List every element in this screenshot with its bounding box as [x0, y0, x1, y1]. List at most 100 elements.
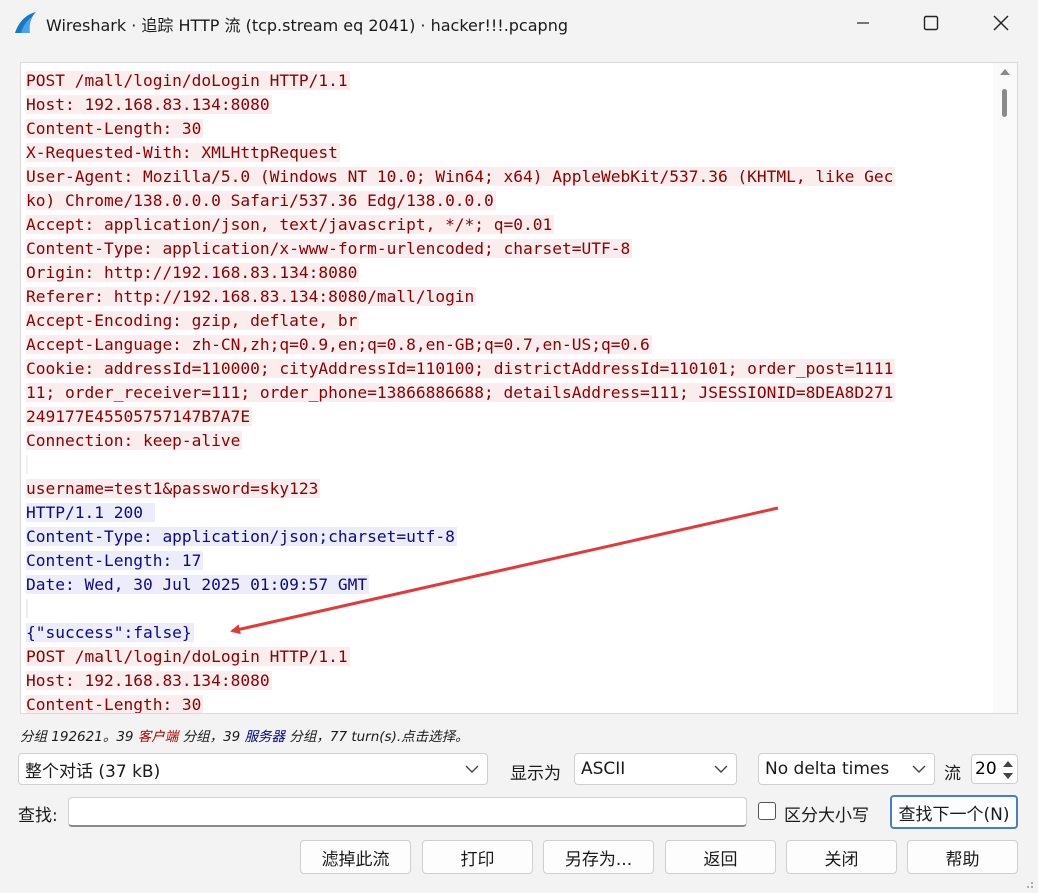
stream-line-text	[26, 599, 28, 618]
client-stream-line[interactable]: POST /mall/login/doLogin HTTP/1.1	[26, 69, 991, 93]
client-stream-line[interactable]: User-Agent: Mozilla/5.0 (Windows NT 10.0…	[26, 165, 991, 189]
server-stream-line[interactable]: Content-Type: application/json;charset=u…	[26, 525, 991, 549]
back-button[interactable]: 返回	[665, 840, 776, 874]
title-bar: Wireshark · 追踪 HTTP 流 (tcp.stream eq 204…	[0, 0, 1038, 46]
client-stream-line[interactable]: 11; order_receiver=111; order_phone=1386…	[26, 381, 991, 405]
client-packets-link[interactable]: 客户端	[138, 729, 179, 745]
show-as-select-value: ASCII	[581, 759, 626, 779]
case-sensitive-label: 区分大小写	[784, 806, 869, 826]
server-packets-link[interactable]: 服务器	[245, 729, 286, 745]
stream-index-spinbox[interactable]: 20	[971, 754, 1018, 784]
client-stream-line[interactable]: username=test1&password=sky123	[26, 477, 991, 501]
client-stream-line[interactable]: Host: 192.168.83.134:8080	[26, 93, 991, 117]
client-stream-line[interactable]: Content-Length: 30	[26, 117, 991, 141]
delta-times-select-value: No delta times	[765, 759, 890, 779]
close-icon	[993, 15, 1009, 31]
chevron-down-icon	[465, 765, 479, 773]
wireshark-fin-icon	[15, 12, 36, 33]
stream-line-text: User-Agent: Mozilla/5.0 (Windows NT 10.0…	[26, 167, 896, 186]
stream-line-text: Accept-Language: zh-CN,zh;q=0.9,en;q=0.8…	[26, 335, 652, 354]
find-input[interactable]	[68, 797, 747, 827]
stream-text[interactable]: POST /mall/login/doLogin HTTP/1.1 Host: 1…	[26, 69, 991, 714]
stream-line-text: 249177E45505757147B7A7E	[26, 407, 253, 426]
stream-line-text: Date: Wed, 30 Jul 2025 01:09:57 GMT	[26, 575, 370, 594]
stream-line-text: Cookie: addressId=110000; cityAddressId=…	[26, 359, 896, 378]
client-stream-line[interactable]: Connection: keep-alive	[26, 429, 991, 453]
conversation-select-value: 整个对话 (37 kB)	[25, 761, 161, 782]
save-as-button[interactable]: 另存为...	[543, 840, 654, 874]
client-stream-line[interactable]: Content-Length: 30	[26, 693, 991, 714]
close-window-button[interactable]	[966, 0, 1036, 46]
case-sensitive-checkbox[interactable]	[758, 802, 776, 820]
server-stream-line[interactable]	[26, 597, 991, 621]
stream-line-text: 11; order_receiver=111; order_phone=1386…	[26, 383, 896, 402]
conversation-select[interactable]: 整个对话 (37 kB)	[18, 753, 488, 785]
client-stream-line[interactable]: Referer: http://192.168.83.134:8080/mall…	[26, 285, 991, 309]
close-button[interactable]: 关闭	[786, 840, 897, 874]
help-button[interactable]: 帮助	[907, 840, 1018, 874]
chevron-down-icon	[714, 765, 728, 773]
client-stream-line[interactable]: Cookie: addressId=110000; cityAddressId=…	[26, 357, 991, 381]
show-as-select[interactable]: ASCII	[574, 753, 737, 785]
stream-line-text: POST /mall/login/doLogin HTTP/1.1	[26, 71, 350, 90]
scroll-up-arrow-icon[interactable]	[1000, 69, 1010, 75]
stream-line-text: Accept: application/json, text/javascrip…	[26, 215, 555, 234]
stream-status-text: 分组 192621。39 客户端 分组，39 服务器 分组，77 turn(s)…	[20, 725, 469, 745]
scroll-thumb[interactable]	[1002, 89, 1007, 117]
stream-line-text: Accept-Encoding: gzip, deflate, br	[26, 311, 360, 330]
stream-line-text: Content-Type: application/x-www-form-url…	[26, 239, 633, 258]
client-stream-line[interactable]: ko) Chrome/138.0.0.0 Safari/537.36 Edg/1…	[26, 189, 991, 213]
stream-line-text: Content-Length: 30	[26, 119, 204, 138]
server-stream-line[interactable]: HTTP/1.1 200	[26, 501, 991, 525]
print-button[interactable]: 打印	[422, 840, 533, 874]
find-label: 查找:	[18, 806, 58, 826]
status-middle: 分组，39	[178, 729, 245, 745]
client-stream-line[interactable]: Host: 192.168.83.134:8080	[26, 669, 991, 693]
filter-out-button[interactable]: 滤掉此流	[300, 840, 411, 874]
resize-grip-icon[interactable]	[1022, 877, 1034, 889]
client-stream-line[interactable]: Accept: application/json, text/javascrip…	[26, 213, 991, 237]
stream-line-text: {"success":false}	[26, 623, 194, 642]
server-stream-line[interactable]: Date: Wed, 30 Jul 2025 01:09:57 GMT	[26, 573, 991, 597]
client-stream-line[interactable]: 249177E45505757147B7A7E	[26, 405, 991, 429]
status-prefix: 分组 192621。39	[20, 729, 138, 745]
stream-line-text: X-Requested-With: XMLHttpRequest	[26, 143, 340, 162]
spin-arrows-icon[interactable]	[1002, 759, 1014, 781]
stream-line-text: Referer: http://192.168.83.134:8080/mall…	[26, 287, 477, 306]
server-stream-line[interactable]: Content-Length: 17	[26, 549, 991, 573]
minimize-icon	[857, 22, 869, 24]
stream-content-area[interactable]: POST /mall/login/doLogin HTTP/1.1 Host: 1…	[20, 62, 1018, 714]
maximize-icon	[923, 15, 939, 31]
stream-line-text: Content-Length: 17	[26, 551, 204, 570]
client-stream-line[interactable]: X-Requested-With: XMLHttpRequest	[26, 141, 991, 165]
stream-line-text: Origin: http://192.168.83.134:8080	[26, 263, 360, 282]
stream-index-value: 20	[975, 759, 997, 779]
find-next-button[interactable]: 查找下一个(N)	[890, 795, 1018, 829]
stream-line-text: POST /mall/login/doLogin HTTP/1.1	[26, 647, 350, 666]
client-stream-line[interactable]: Accept-Language: zh-CN,zh;q=0.9,en;q=0.8…	[26, 333, 991, 357]
stream-line-text: Connection: keep-alive	[26, 431, 243, 450]
stream-line-text: Content-Length: 30	[26, 695, 204, 714]
status-suffix: 分组，77 turn(s).点击选择。	[285, 729, 469, 745]
client-stream-line[interactable]: POST /mall/login/doLogin HTTP/1.1	[26, 645, 991, 669]
chevron-down-icon	[912, 765, 926, 773]
maximize-button[interactable]	[896, 0, 966, 46]
stream-line-text: username=test1&password=sky123	[26, 479, 321, 498]
stream-line-text	[26, 455, 28, 474]
window-title: Wireshark · 追踪 HTTP 流 (tcp.stream eq 204…	[46, 16, 568, 35]
stream-line-text: Host: 192.168.83.134:8080	[26, 95, 272, 114]
delta-times-select[interactable]: No delta times	[758, 753, 935, 785]
stream-label: 流	[944, 764, 961, 784]
stream-line-text: Host: 192.168.83.134:8080	[26, 671, 272, 690]
stream-line-text: Content-Type: application/json;charset=u…	[26, 527, 457, 546]
stream-line-text: HTTP/1.1 200	[26, 503, 155, 522]
client-stream-line[interactable]	[26, 453, 991, 477]
stream-line-text: ko) Chrome/138.0.0.0 Safari/537.36 Edg/1…	[26, 191, 496, 210]
minimize-button[interactable]	[828, 0, 898, 46]
client-stream-line[interactable]: Content-Type: application/x-www-form-url…	[26, 237, 991, 261]
server-stream-line[interactable]: {"success":false}	[26, 621, 991, 645]
vertical-scrollbar[interactable]	[993, 63, 1017, 713]
client-stream-line[interactable]: Accept-Encoding: gzip, deflate, br	[26, 309, 991, 333]
client-stream-line[interactable]: Origin: http://192.168.83.134:8080	[26, 261, 991, 285]
show-as-label: 显示为	[510, 764, 561, 784]
